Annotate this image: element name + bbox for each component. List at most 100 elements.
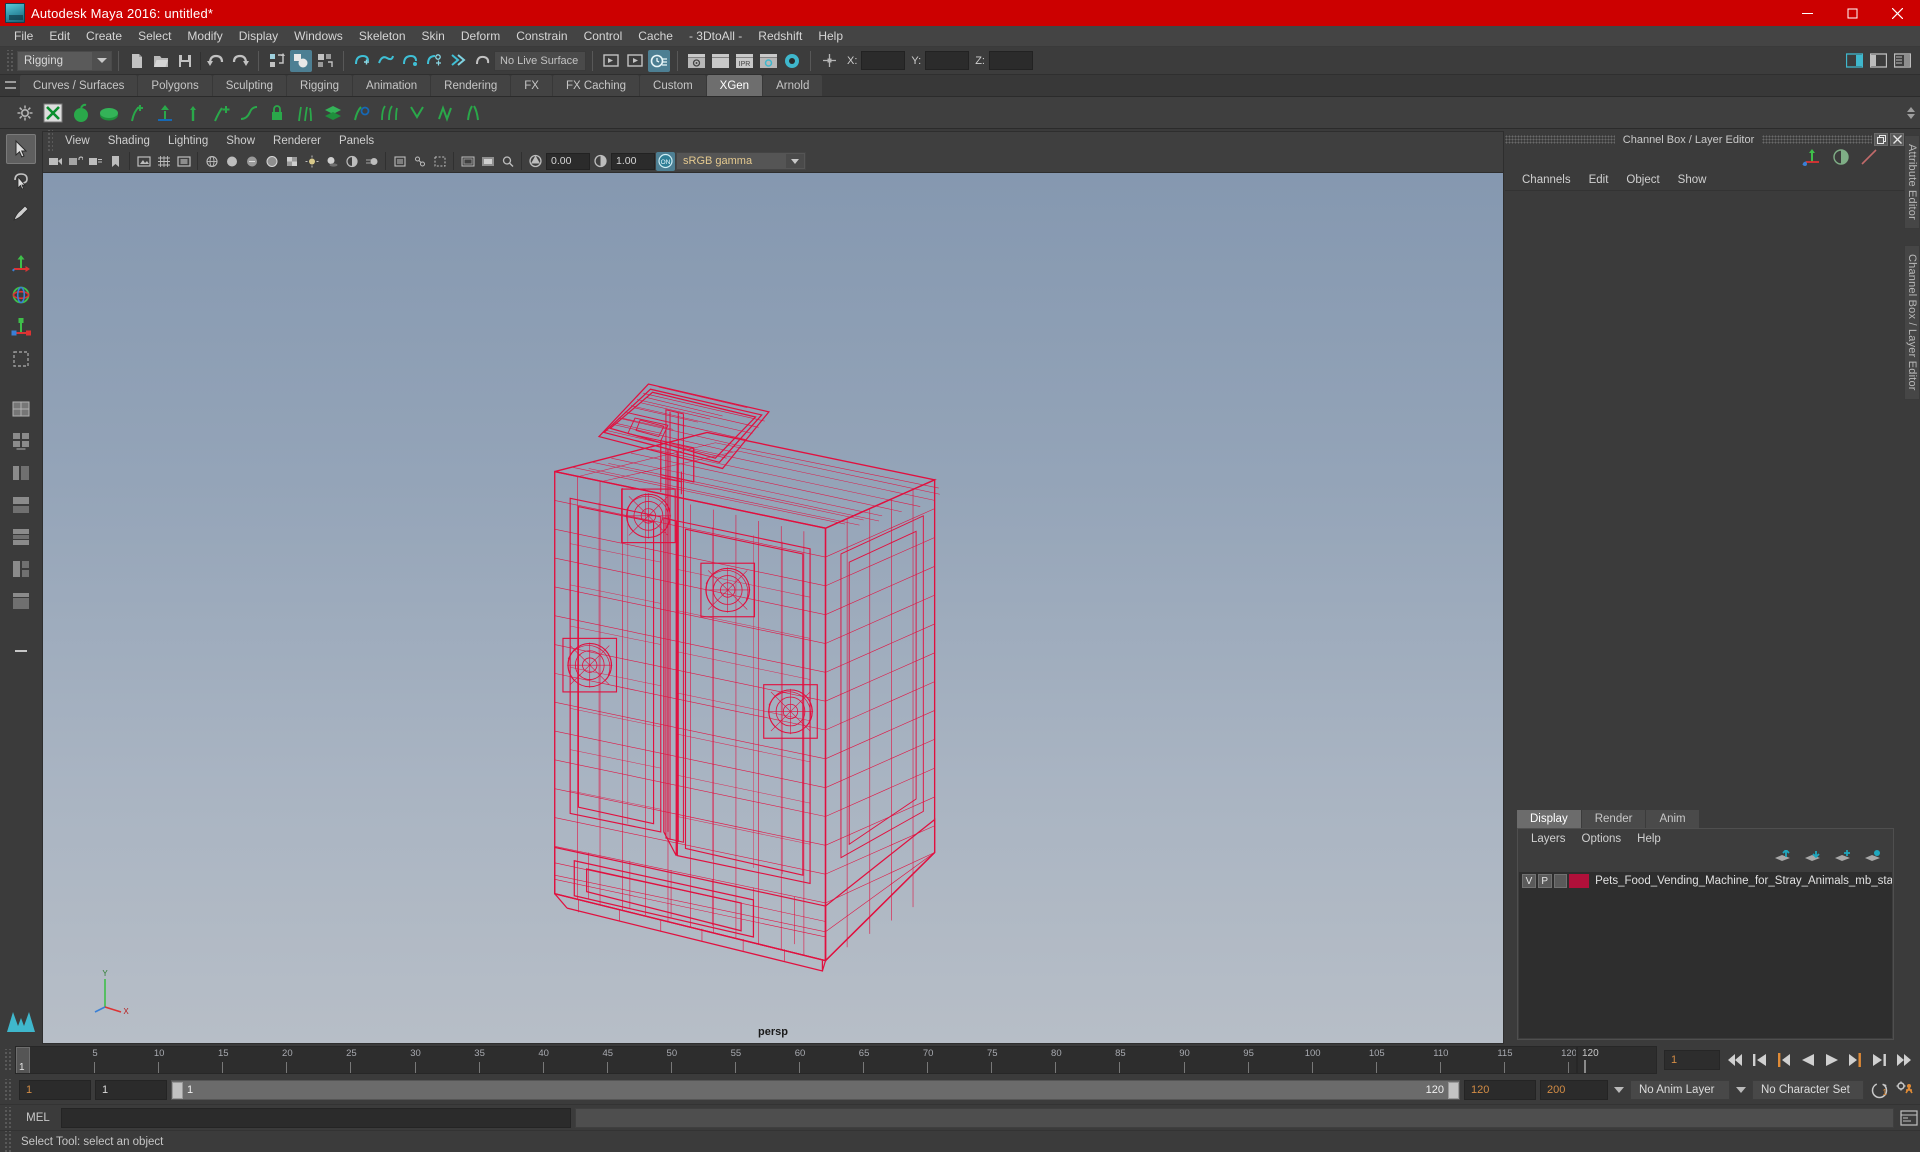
- channel-box-icon[interactable]: [1802, 148, 1822, 171]
- grid-icon[interactable]: [154, 152, 173, 171]
- menu-control[interactable]: Control: [576, 27, 631, 45]
- new-layer-from-selected-icon[interactable]: [1864, 850, 1881, 868]
- xgen-density-icon[interactable]: [292, 100, 318, 126]
- render-sequence-icon[interactable]: [685, 50, 707, 72]
- move-layer-down-icon[interactable]: [1804, 850, 1821, 868]
- statusbar-drag-handle[interactable]: [3, 1130, 12, 1152]
- xgen-move-guide-icon[interactable]: [152, 100, 178, 126]
- animation-end-time-field[interactable]: 200: [1540, 1080, 1608, 1100]
- menu-select[interactable]: Select: [130, 27, 179, 45]
- menu-deform[interactable]: Deform: [453, 27, 508, 45]
- maximize-button[interactable]: [1830, 0, 1875, 26]
- gate-mask-icon[interactable]: [478, 152, 497, 171]
- layer-playback-toggle[interactable]: P: [1537, 874, 1552, 888]
- menu-redshift[interactable]: Redshift: [750, 27, 810, 45]
- single-perspective-layout[interactable]: [6, 394, 36, 424]
- absolute-relative-transform-icon[interactable]: [818, 50, 840, 72]
- gamma-value-field[interactable]: 1.00: [611, 152, 655, 170]
- channel-box-content[interactable]: [1505, 190, 1904, 809]
- shelf-tab-fx-caching[interactable]: FX Caching: [552, 75, 640, 96]
- command-input-field[interactable]: [61, 1107, 571, 1128]
- menu-help[interactable]: Help: [810, 27, 851, 45]
- chevron-up-icon[interactable]: [1907, 107, 1915, 112]
- 3d-viewport[interactable]: persp Y X: [42, 172, 1504, 1044]
- coord-z-input[interactable]: [988, 51, 1033, 70]
- ipr-render-icon[interactable]: [648, 49, 670, 72]
- menu-edit[interactable]: Edit: [41, 27, 78, 45]
- film-gate-icon[interactable]: [174, 152, 193, 171]
- auto-keyframe-icon[interactable]: 1: [1868, 1079, 1890, 1101]
- shelf-tab-rigging[interactable]: Rigging: [287, 75, 353, 96]
- coord-y-input[interactable]: [925, 51, 970, 70]
- channel-box-menu-channels[interactable]: Channels: [1513, 173, 1580, 187]
- layer-menu-options[interactable]: Options: [1574, 832, 1630, 846]
- panel-zoom-icon[interactable]: [498, 152, 517, 171]
- motion-blur-icon[interactable]: [362, 152, 381, 171]
- make-live-icon[interactable]: [471, 50, 493, 72]
- new-layer-icon[interactable]: [1834, 850, 1851, 868]
- four-view-layout[interactable]: [6, 426, 36, 456]
- shelf-tab-xgen[interactable]: XGen: [706, 75, 763, 96]
- color-management-selector[interactable]: sRGB gamma: [676, 152, 806, 170]
- layer-tab-display[interactable]: Display: [1517, 810, 1581, 828]
- xgen-region-icon[interactable]: [348, 100, 374, 126]
- coord-x-input[interactable]: [861, 51, 906, 70]
- statusline-drag-handle[interactable]: [5, 49, 14, 72]
- persp-graph-layout[interactable]: [6, 490, 36, 520]
- character-set-selector[interactable]: No Character Set: [1752, 1080, 1864, 1100]
- smooth-shade-textured-icon[interactable]: [242, 152, 261, 171]
- menu-display[interactable]: Display: [231, 27, 286, 45]
- step-forward-frame-icon[interactable]: [1871, 1053, 1888, 1068]
- outliner-persp-layout[interactable]: [6, 586, 36, 616]
- layer-tab-render[interactable]: Render: [1581, 810, 1646, 828]
- move-tool[interactable]: [6, 248, 36, 278]
- viewport-menu-show[interactable]: Show: [217, 134, 264, 148]
- snap-grid-icon[interactable]: [351, 50, 373, 72]
- close-panel-icon[interactable]: [1890, 133, 1904, 146]
- hardware-texturing-icon[interactable]: [282, 152, 301, 171]
- attribute-editor-toggle-icon[interactable]: [1832, 148, 1850, 171]
- snap-point-icon[interactable]: [399, 50, 421, 72]
- select-tool[interactable]: [6, 134, 36, 164]
- shelf-tab-polygons[interactable]: Polygons: [138, 75, 212, 96]
- anim-layer-selector[interactable]: No Anim Layer: [1630, 1080, 1730, 1100]
- shelf-tab-curves-surfaces[interactable]: Curves / Surfaces: [20, 75, 138, 96]
- viewport-menu-panels[interactable]: Panels: [330, 134, 383, 148]
- smooth-shade-icon[interactable]: [222, 152, 241, 171]
- playback-end-time-field[interactable]: 120: [1464, 1080, 1536, 1100]
- snap-curve-icon[interactable]: [375, 50, 397, 72]
- camera-attributes-icon[interactable]: [86, 152, 105, 171]
- menu-skeleton[interactable]: Skeleton: [351, 27, 414, 45]
- animation-start-time-field[interactable]: 1: [19, 1080, 91, 1100]
- range-end-handle[interactable]: [1448, 1081, 1459, 1099]
- show-attribute-editor-icon[interactable]: [1843, 50, 1865, 72]
- snap-projected-center-icon[interactable]: [423, 50, 445, 72]
- xgen-add-guide-icon[interactable]: [124, 100, 150, 126]
- shelf-tab-arnold[interactable]: Arnold: [763, 75, 823, 96]
- lighting-icon[interactable]: [302, 152, 321, 171]
- viewport-menu-shading[interactable]: Shading: [99, 134, 159, 148]
- move-layer-up-icon[interactable]: [1774, 848, 1791, 868]
- commandline-drag-handle[interactable]: [3, 1106, 12, 1129]
- xgen-lock-icon[interactable]: [264, 100, 290, 126]
- channel-box-menu-show[interactable]: Show: [1669, 173, 1716, 187]
- close-button[interactable]: [1875, 0, 1920, 26]
- menu-skin[interactable]: Skin: [414, 27, 453, 45]
- viewport-menu-renderer[interactable]: Renderer: [264, 134, 330, 148]
- menu-create[interactable]: Create: [78, 27, 130, 45]
- wireframe-icon[interactable]: [202, 152, 221, 171]
- menu-constrain[interactable]: Constrain: [508, 27, 575, 45]
- xgen-dome-icon[interactable]: [96, 100, 122, 126]
- xgen-sphere-icon[interactable]: [68, 100, 94, 126]
- channel-box-menu-edit[interactable]: Edit: [1580, 173, 1618, 187]
- panel-drag-dots[interactable]: [1505, 135, 1615, 144]
- hypershade-persp-layout[interactable]: [6, 522, 36, 552]
- step-back-key-icon[interactable]: [1775, 1053, 1792, 1068]
- layer-color-swatch[interactable]: [1569, 874, 1590, 888]
- xray-joints-icon[interactable]: [410, 152, 429, 171]
- range-slider-track[interactable]: 1 120: [171, 1080, 1460, 1100]
- show-channel-box-icon[interactable]: [1891, 50, 1913, 72]
- undo-icon[interactable]: [205, 50, 227, 72]
- persp-stereo-layout[interactable]: [6, 554, 36, 584]
- anim-layer-icon[interactable]: [1860, 148, 1878, 171]
